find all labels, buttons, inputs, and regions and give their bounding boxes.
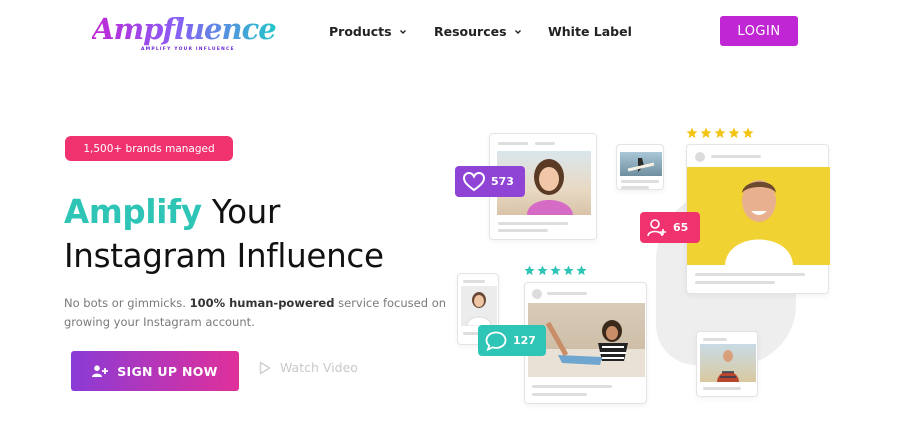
- watch-video-label: Watch Video: [280, 360, 358, 375]
- login-button[interactable]: LOGIN: [720, 16, 798, 46]
- star-icon: [686, 127, 698, 138]
- avatar-dot: [532, 289, 542, 299]
- rating-stars-yellow: [686, 127, 754, 139]
- nav-resources[interactable]: Resources: [434, 24, 522, 39]
- woman-figure: [466, 292, 492, 326]
- likes-count: 573: [491, 175, 514, 188]
- rating-stars-teal: [524, 265, 587, 276]
- user-plus-icon: [647, 218, 666, 236]
- star-icon: [700, 127, 712, 138]
- star-icon: [714, 127, 726, 138]
- followers-count: 65: [673, 221, 689, 234]
- star-icon: [742, 127, 754, 138]
- hero-title-line1: Amplify Your: [64, 193, 280, 231]
- star-icon: [550, 265, 561, 276]
- followers-pill: 65: [640, 212, 700, 243]
- logo-tagline: AMPLIFY YOUR INFLUENCE: [141, 47, 235, 52]
- desc-pre: No bots or gimmicks.: [64, 296, 190, 310]
- star-icon: [728, 127, 740, 138]
- heart-icon: [463, 171, 485, 191]
- chevron-down-icon: [514, 29, 521, 34]
- caption-line: [621, 186, 649, 189]
- hero-description: No bots or gimmicks. 100% human-powered …: [64, 294, 454, 332]
- header-line: [547, 292, 587, 295]
- man-in-field: [717, 350, 739, 382]
- surfer-figure: [627, 158, 655, 172]
- header-line: [535, 142, 555, 145]
- brands-managed-badge: 1,500+ brands managed: [65, 136, 233, 161]
- sign-up-button[interactable]: SIGN UP NOW: [71, 351, 239, 391]
- caption-line: [703, 387, 741, 390]
- post-photo: [700, 344, 756, 382]
- post-card-man-yellow: [686, 144, 830, 294]
- logo-wordmark: Ampfluence: [92, 12, 277, 46]
- header-line: [703, 338, 727, 341]
- watch-video-button[interactable]: Watch Video: [259, 360, 358, 375]
- caption-line: [695, 281, 775, 284]
- nav-products[interactable]: Products: [329, 24, 407, 39]
- star-icon: [563, 265, 574, 276]
- logo[interactable]: Ampfluence AMPLIFY YOUR INFLUENCE: [92, 12, 277, 56]
- comment-icon: [485, 331, 507, 351]
- nav-resources-label: Resources: [434, 24, 507, 39]
- caption-line: [621, 180, 659, 183]
- header-line: [463, 280, 485, 283]
- star-icon: [524, 265, 535, 276]
- sign-up-label: SIGN UP NOW: [117, 363, 218, 379]
- header-line: [498, 142, 528, 145]
- caption-line: [498, 229, 548, 232]
- star-icon: [576, 265, 587, 276]
- hero-title-rest: Your: [201, 193, 281, 231]
- post-card-small-man: [696, 331, 758, 397]
- post-photo: [687, 167, 830, 265]
- hero-title-line2: Instagram Influence: [64, 237, 384, 275]
- nav-products-label: Products: [329, 24, 392, 39]
- nav-white-label-text: White Label: [548, 24, 632, 39]
- star-icon: [537, 265, 548, 276]
- comments-pill: 127: [478, 325, 546, 356]
- post-photo: [461, 286, 497, 326]
- post-photo: [620, 152, 662, 176]
- likes-pill: 573: [455, 166, 525, 197]
- caption-line: [532, 385, 612, 388]
- caption-line: [532, 393, 587, 396]
- nav-white-label[interactable]: White Label: [548, 24, 632, 39]
- chevron-down-icon: [399, 29, 406, 34]
- avatar-dot: [695, 152, 705, 162]
- user-plus-icon: [92, 365, 109, 377]
- post-card-small-surfer: [616, 144, 664, 190]
- comments-count: 127: [513, 334, 536, 347]
- desc-bold: 100% human-powered: [189, 296, 335, 310]
- hero-title-highlight: Amplify: [64, 193, 202, 231]
- play-icon: [259, 361, 271, 374]
- smiling-man: [725, 180, 793, 265]
- header-line: [711, 155, 761, 158]
- caption-line: [498, 222, 568, 225]
- caption-line: [695, 273, 805, 276]
